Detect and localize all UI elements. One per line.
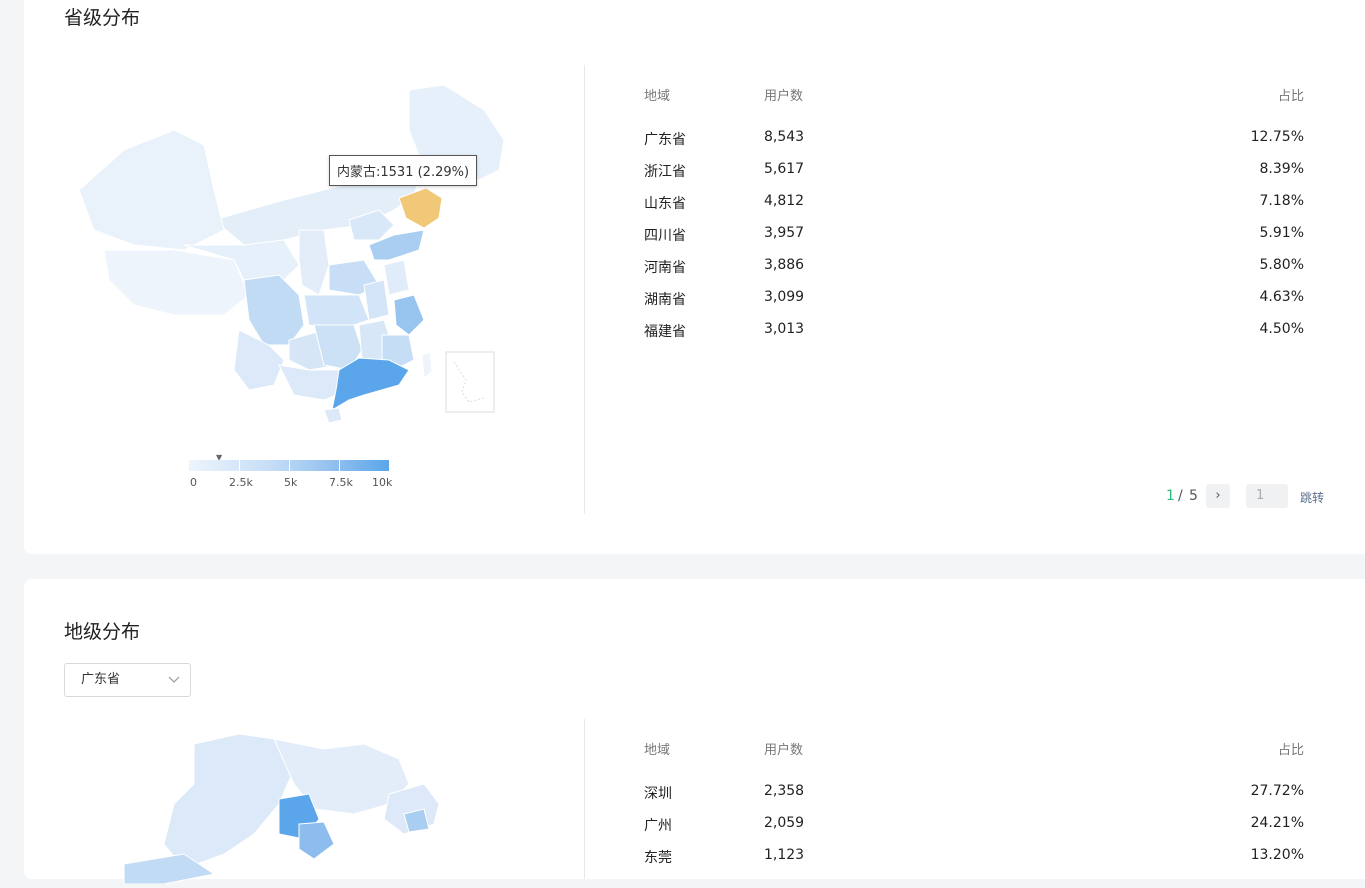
china-map-svg[interactable]: [64, 80, 564, 430]
header-users: 用户数: [764, 89, 804, 104]
region-sichuan: [243, 274, 305, 346]
section-divider: [584, 719, 585, 879]
guangdong-map-svg[interactable]: [64, 724, 484, 885]
legend-label: 7.5k: [329, 476, 353, 489]
legend-label: 0: [190, 476, 197, 489]
region-hainan: [323, 407, 343, 424]
pager-total: 5: [1189, 488, 1198, 504]
cell-users: 8,543: [764, 129, 805, 145]
cell-users: 3,013: [764, 321, 805, 337]
header-region: 地域: [644, 743, 671, 758]
china-map[interactable]: [64, 80, 564, 430]
cell-region: 福建省: [644, 324, 686, 340]
table-row: 浙江省 5,617 8.39%: [644, 161, 1304, 193]
cell-users: 3,886: [764, 257, 805, 273]
table-row: 广州 2,059 24.21%: [644, 815, 1304, 847]
cell-users: 5,617: [764, 161, 805, 177]
cell-region: 东莞: [644, 850, 672, 866]
table-row: 福建省 3,013 4.50%: [644, 321, 1304, 353]
header-users: 用户数: [764, 743, 804, 758]
region-zhejiang: [393, 294, 425, 336]
region-taiwan: [421, 351, 433, 379]
section-divider: [584, 65, 585, 514]
cell-share: 12.75%: [1250, 129, 1304, 145]
cell-share: 4.63%: [1259, 289, 1304, 305]
header-share: 占比: [1277, 743, 1304, 758]
next-page-button[interactable]: ›: [1206, 484, 1230, 508]
province-table: 地域 用户数 占比 广东省 8,543 12.75% 浙江省 5,617 8.3…: [644, 85, 1304, 345]
region-shaanxi: [298, 229, 330, 296]
table-row: 湖南省 3,099 4.63%: [644, 289, 1304, 321]
south-sea-inset: [445, 351, 495, 413]
pager-current: 1: [1166, 488, 1175, 504]
city-table: 地域 用户数 占比 深圳 2,358 27.72% 广州 2,059 24.21…: [644, 739, 1304, 869]
legend-gradient[interactable]: [189, 460, 389, 471]
cell-region: 湖南省: [644, 292, 686, 308]
cell-share: 24.21%: [1250, 815, 1304, 831]
pager-separator: /: [1178, 488, 1183, 504]
cell-share: 5.91%: [1259, 225, 1304, 241]
region-guangzhou-area: [298, 821, 335, 860]
chevron-right-icon: ›: [1215, 488, 1221, 503]
table-row: 广东省 8,543 12.75%: [644, 129, 1304, 161]
header-region: 地域: [644, 89, 671, 104]
city-card: 地级分布 广东省 地域 用户数 占比 深圳 2,358 27.72% 广州 2,…: [24, 579, 1365, 885]
cell-users: 3,099: [764, 289, 805, 305]
legend-label: 10k: [372, 476, 393, 489]
cell-share: 8.39%: [1259, 161, 1304, 177]
cell-users: 2,059: [764, 815, 805, 831]
region-guangdong-west: [163, 733, 295, 870]
cell-region: 广东省: [644, 132, 686, 148]
city-title: 地级分布: [64, 621, 141, 643]
cell-share: 7.18%: [1259, 193, 1304, 209]
legend-label: 2.5k: [229, 476, 253, 489]
province-select[interactable]: 广东省: [64, 663, 191, 697]
cell-share: 4.50%: [1259, 321, 1304, 337]
province-select-value: 广东省: [81, 672, 121, 687]
cell-region: 四川省: [644, 228, 686, 244]
header-share: 占比: [1277, 89, 1304, 104]
page-jump-input[interactable]: 1: [1246, 484, 1288, 508]
cell-users: 1,123: [764, 847, 805, 863]
table-row: 河南省 3,886 5.80%: [644, 257, 1304, 289]
region-jiangsu: [383, 259, 410, 296]
table-row: 东莞 1,123 13.20%: [644, 847, 1304, 879]
pagination: 1 / 5 › 1 跳转: [1164, 484, 1344, 510]
cell-users: 4,812: [764, 193, 805, 209]
region-anhui: [363, 279, 390, 321]
cell-share: 27.72%: [1250, 783, 1304, 799]
province-card: 省级分布 内蒙古:1531 (2.29%) ▼ 0 2.5k 5k 7.5k 1…: [24, 0, 1365, 554]
cell-users: 2,358: [764, 783, 805, 799]
cell-region: 深圳: [644, 786, 672, 802]
cell-region: 浙江省: [644, 164, 686, 180]
jump-link[interactable]: 跳转: [1300, 489, 1324, 506]
table-row: 山东省 4,812 7.18%: [644, 193, 1304, 225]
province-title: 省级分布: [64, 7, 141, 29]
legend-label: 5k: [284, 476, 298, 489]
region-tibet: [103, 249, 250, 316]
chevron-down-icon: [168, 664, 180, 709]
map-legend[interactable]: ▼ 0 2.5k 5k 7.5k 10k: [189, 450, 409, 490]
cell-share: 13.20%: [1250, 847, 1304, 863]
map-tooltip: 内蒙古:1531 (2.29%): [329, 155, 478, 186]
guangdong-map[interactable]: [64, 724, 564, 885]
region-xinjiang: [78, 129, 225, 251]
cell-share: 5.80%: [1259, 257, 1304, 273]
cell-users: 3,957: [764, 225, 805, 241]
table-row: 四川省 3,957 5.91%: [644, 225, 1304, 257]
cell-region: 广州: [644, 818, 672, 834]
cell-region: 河南省: [644, 260, 686, 276]
table-row: 深圳 2,358 27.72%: [644, 783, 1304, 815]
cell-region: 山东省: [644, 196, 686, 212]
